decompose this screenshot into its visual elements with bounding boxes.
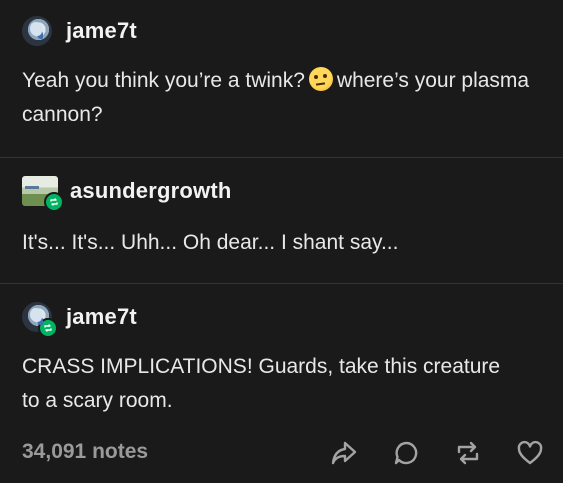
post-text: CRASS IMPLICATIONS! Guards, take this cr… <box>22 355 501 412</box>
username[interactable]: jame7t <box>66 304 137 330</box>
share-icon[interactable] <box>329 438 359 468</box>
reblog-badge-icon <box>44 192 64 212</box>
notes-count[interactable]: 34,091 notes <box>22 440 148 464</box>
username[interactable]: jame7t <box>66 18 137 44</box>
reply-icon[interactable] <box>391 438 421 468</box>
post-header: jame7t <box>22 302 137 338</box>
username[interactable]: asundergrowth <box>70 178 232 204</box>
reblog-icon[interactable] <box>453 438 483 468</box>
post-jame7t-reblog: jame7t CRASS IMPLICATIONS! Guards, take … <box>0 284 563 424</box>
avatar[interactable] <box>22 16 52 46</box>
post-header: jame7t <box>22 16 137 46</box>
post-header: asundergrowth <box>22 176 232 212</box>
post-jame7t-original: jame7t Yeah you think you’re a twink? whe… <box>0 0 563 157</box>
post-text: It's... It's... Uhh... Oh dear... I shan… <box>22 231 399 254</box>
avatar[interactable] <box>22 176 64 212</box>
post-text-part: Yeah you think you’re a twink? <box>22 69 305 92</box>
post-footer: 34,091 notes <box>0 424 563 483</box>
avatar[interactable] <box>22 302 58 338</box>
like-icon[interactable] <box>515 438 545 468</box>
reblog-badge-icon <box>38 318 58 338</box>
face-with-raised-eyebrow-icon <box>308 67 333 91</box>
post-asundergrowth-reblog: asundergrowth It's... It's... Uhh... Oh … <box>0 158 563 283</box>
post-text: Yeah you think you’re a twink? where’s yo… <box>22 64 543 132</box>
post-actions <box>297 438 545 468</box>
